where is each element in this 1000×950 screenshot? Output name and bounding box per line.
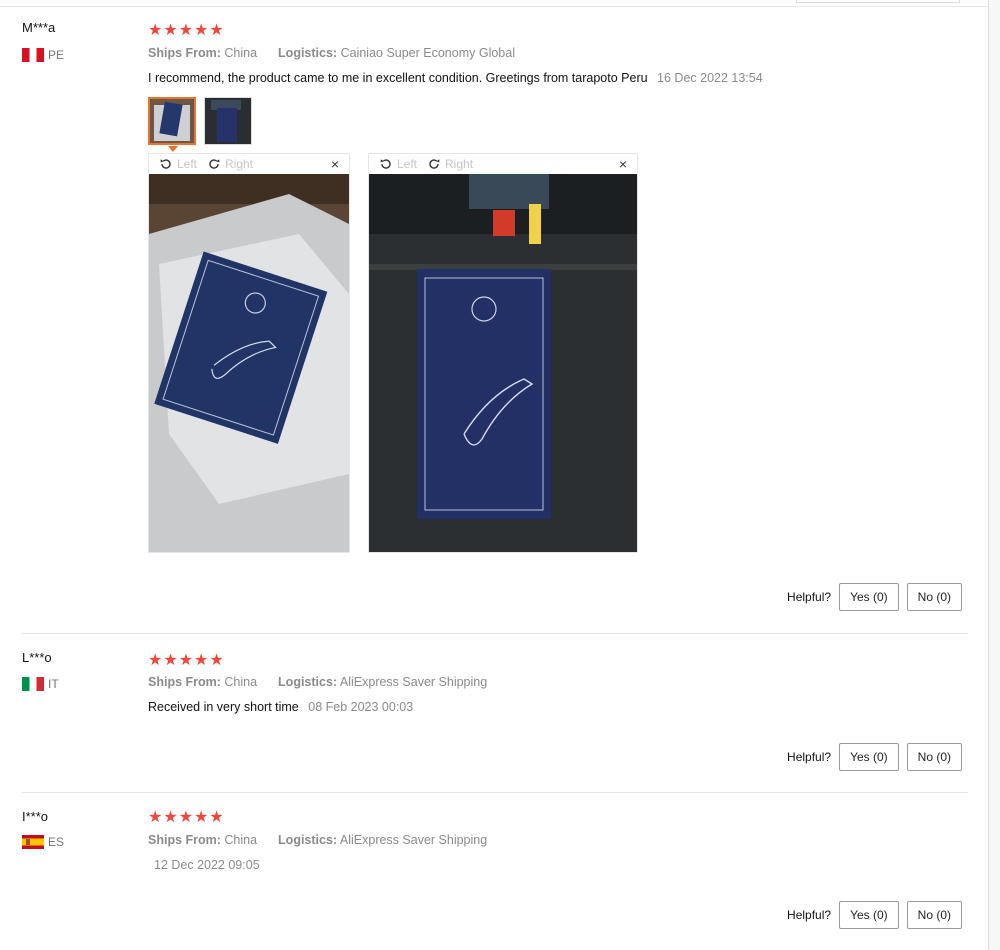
helpful-label: Helpful?: [787, 750, 832, 764]
helpful-yes-button[interactable]: Yes (0): [839, 901, 899, 929]
star-rating: ★★★★★: [148, 22, 225, 39]
flag-icon: [22, 48, 44, 62]
review-divider: [22, 633, 968, 634]
tab-stub: [796, 0, 960, 3]
country-code: ES: [48, 835, 65, 849]
thumbnail-photo: [150, 99, 194, 143]
rotate-left-icon: [160, 159, 171, 169]
reviewer-name: I***o: [22, 809, 49, 824]
photo-viewer: Left Right ×: [148, 153, 350, 553]
rotate-right-label: Right: [225, 157, 254, 171]
reviewer-country: ES: [22, 835, 64, 849]
review-content: I recommend, the product came to me in e…: [148, 71, 763, 85]
rotate-right-icon: [209, 159, 220, 169]
review-content: 12 Dec 2022 09:05: [148, 858, 260, 872]
active-thumbnail-indicator: [168, 146, 178, 152]
rotate-right-button[interactable]: Right: [427, 157, 473, 171]
star-rating: ★★★★★: [148, 652, 225, 669]
photo-viewer: Left Right ×: [368, 153, 638, 553]
review-date: 12 Dec 2022 09:05: [154, 858, 260, 872]
helpful-no-button[interactable]: No (0): [906, 743, 962, 771]
ships-from-value: China: [224, 46, 258, 60]
review-photo: [369, 174, 637, 552]
scrollbar[interactable]: [988, 0, 1000, 950]
ships-from-label: Ships From:: [148, 675, 221, 689]
shipping-info: Ships From: China Logistics: AliExpress …: [148, 675, 487, 689]
helpful-label: Helpful?: [787, 590, 832, 604]
review-photo-thumbnail[interactable]: [148, 97, 196, 145]
logistics-label: Logistics:: [278, 833, 338, 847]
ships-from-label: Ships From:: [148, 46, 221, 60]
country-code: IT: [48, 677, 59, 691]
top-frame: [0, 0, 988, 7]
reviewer-country: PE: [22, 48, 64, 62]
helpful-no-button[interactable]: No (0): [906, 583, 962, 611]
shipping-info: Ships From: China Logistics: Cainiao Sup…: [148, 46, 515, 60]
rotate-right-icon: [429, 159, 440, 169]
helpful-section: Helpful? Yes (0) No (0): [787, 743, 962, 771]
helpful-label: Helpful?: [787, 908, 832, 922]
close-icon[interactable]: ×: [619, 156, 627, 172]
helpful-section: Helpful? Yes (0) No (0): [787, 901, 962, 929]
rotate-left-label: Left: [397, 157, 418, 171]
rotate-right-label: Right: [445, 157, 474, 171]
star-rating: ★★★★★: [148, 809, 225, 826]
review-text: I recommend, the product came to me in e…: [148, 71, 648, 85]
rotate-left-label: Left: [177, 157, 198, 171]
shipping-info: Ships From: China Logistics: AliExpress …: [148, 833, 487, 847]
rotate-right-button[interactable]: Right: [207, 157, 253, 171]
close-icon[interactable]: ×: [331, 156, 339, 172]
photo-viewer-toolbar: Left Right ×: [369, 154, 637, 174]
photo-viewer-toolbar: Left Right ×: [149, 154, 349, 174]
logistics-value: AliExpress Saver Shipping: [339, 833, 488, 847]
review-date: 08 Feb 2023 00:03: [308, 700, 414, 714]
reviewer-country: IT: [22, 677, 59, 691]
rotate-left-button[interactable]: Left: [379, 157, 417, 171]
review-content: Received in very short time 08 Feb 2023 …: [148, 700, 413, 714]
thumbnail-photo: [205, 98, 251, 144]
helpful-yes-button[interactable]: Yes (0): [839, 583, 899, 611]
review-photo-thumbnail[interactable]: [204, 97, 252, 145]
logistics-label: Logistics:: [278, 675, 338, 689]
country-code: PE: [48, 48, 65, 62]
logistics-value: Cainiao Super Economy Global: [340, 46, 515, 60]
logistics-value: AliExpress Saver Shipping: [339, 675, 488, 689]
reviewer-name: M***a: [22, 20, 56, 35]
review-divider: [22, 792, 968, 793]
helpful-yes-button[interactable]: Yes (0): [839, 743, 899, 771]
rotate-left-icon: [380, 159, 391, 169]
ships-from-label: Ships From:: [148, 833, 221, 847]
review-photo: [149, 174, 349, 552]
helpful-no-button[interactable]: No (0): [906, 901, 962, 929]
review-text: Received in very short time: [148, 700, 299, 714]
ships-from-value: China: [224, 675, 258, 689]
reviewer-name: L***o: [22, 650, 52, 665]
ships-from-value: China: [224, 833, 258, 847]
review-date: 16 Dec 2022 13:54: [657, 71, 763, 85]
logistics-label: Logistics:: [278, 46, 338, 60]
rotate-left-button[interactable]: Left: [159, 157, 197, 171]
flag-icon: [22, 835, 44, 849]
helpful-section: Helpful? Yes (0) No (0): [787, 583, 962, 611]
flag-icon: [22, 677, 44, 691]
